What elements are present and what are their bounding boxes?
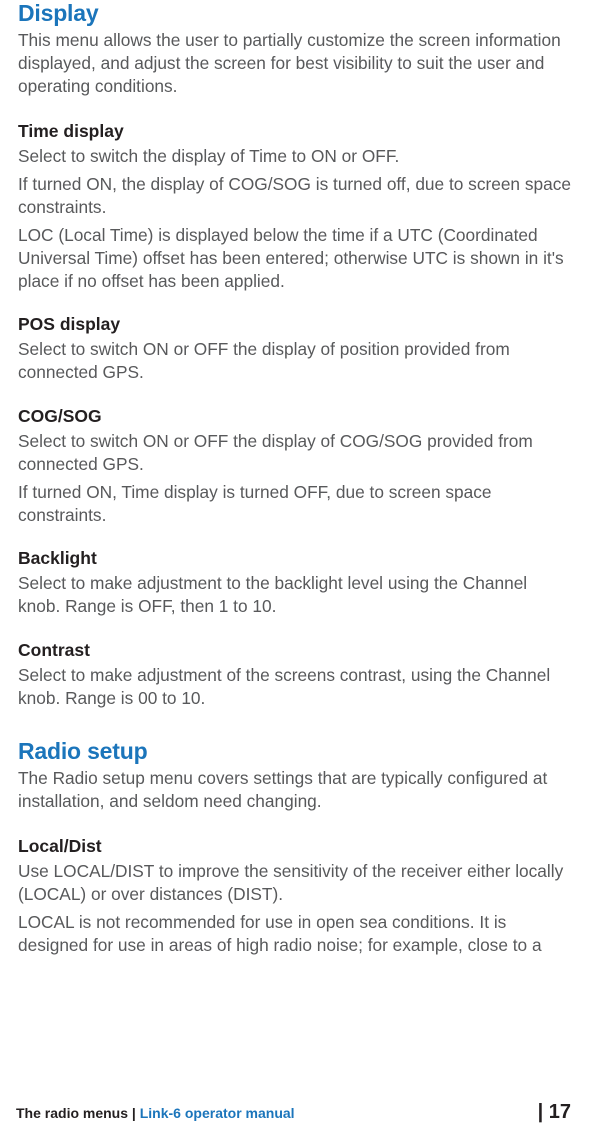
footer-manual-name: Link-6 operator manual — [140, 1105, 295, 1121]
footer-pipe: | — [538, 1101, 549, 1123]
heading-cog-sog: COG/SOG — [18, 406, 571, 427]
heading-contrast: Contrast — [18, 640, 571, 661]
text-cog-sog-p2: If turned ON, Time display is turned OFF… — [18, 481, 571, 527]
footer-page-number: 17 — [549, 1101, 571, 1123]
text-cog-sog-p1: Select to switch ON or OFF the display o… — [18, 430, 571, 476]
heading-backlight: Backlight — [18, 548, 571, 569]
page-footer: The radio menus | Link-6 operator manual… — [16, 1101, 571, 1124]
text-radio-setup-intro: The Radio setup menu covers settings tha… — [18, 767, 571, 813]
text-display-intro: This menu allows the user to partially c… — [18, 29, 571, 97]
heading-display: Display — [18, 0, 571, 27]
footer-right: | 17 — [538, 1101, 571, 1124]
heading-local-dist: Local/Dist — [18, 836, 571, 857]
text-local-dist-p2: LOCAL is not recommended for use in open… — [18, 911, 571, 957]
text-backlight-p1: Select to make adjustment to the backlig… — [18, 572, 571, 618]
footer-section-name: The radio menus — [16, 1105, 128, 1121]
text-time-display-p3: LOC (Local Time) is displayed below the … — [18, 224, 571, 292]
text-contrast-p1: Select to make adjustment of the screens… — [18, 664, 571, 710]
heading-time-display: Time display — [18, 121, 571, 142]
footer-left: The radio menus | Link-6 operator manual — [16, 1105, 295, 1121]
heading-radio-setup: Radio setup — [18, 738, 571, 765]
text-pos-display-p1: Select to switch ON or OFF the display o… — [18, 338, 571, 384]
text-time-display-p2: If turned ON, the display of COG/SOG is … — [18, 173, 571, 219]
heading-pos-display: POS display — [18, 314, 571, 335]
text-time-display-p1: Select to switch the display of Time to … — [18, 145, 571, 168]
text-local-dist-p1: Use LOCAL/DIST to improve the sensitivit… — [18, 860, 571, 906]
